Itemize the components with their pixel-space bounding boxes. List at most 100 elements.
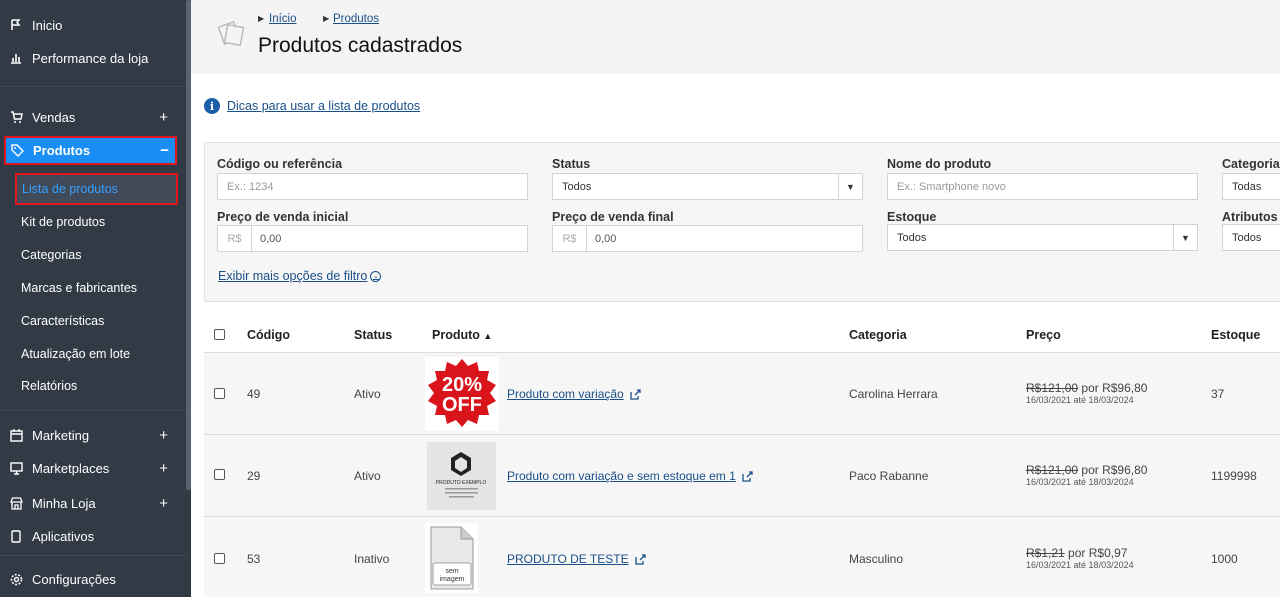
price-end-value: 0,00 xyxy=(595,232,617,245)
col-header-status[interactable]: Status xyxy=(354,328,392,342)
thumbnail-text-line: 20% xyxy=(442,374,482,396)
status-select[interactable]: Todos ▼ xyxy=(552,173,863,200)
external-link-icon xyxy=(630,388,641,400)
price-start-label: Preço de venda inicial xyxy=(217,210,349,224)
col-header-code[interactable]: Código xyxy=(247,328,290,342)
sidebar-divider xyxy=(0,410,186,411)
more-filters-label: Exibir mais opções de filtro xyxy=(218,269,368,283)
select-all-checkbox[interactable] xyxy=(214,329,225,340)
sidebar-subitem-marcas[interactable]: Marcas e fabricantes xyxy=(21,281,137,295)
product-thumbnail[interactable]: PRODUTO EXEMPLO xyxy=(427,442,496,510)
product-link[interactable]: Produto com variação xyxy=(507,387,641,401)
row-status: Ativo xyxy=(354,387,381,401)
sidebar-subitem-kit[interactable]: Kit de produtos xyxy=(21,215,105,229)
expand-icon[interactable]: + xyxy=(159,460,168,477)
row-checkbox[interactable] xyxy=(214,388,225,399)
old-price: R$121,00 xyxy=(1026,463,1079,477)
external-link-icon xyxy=(742,470,753,482)
old-price: R$1,21 xyxy=(1026,546,1065,560)
price-dates: 16/03/2021 até 18/03/2024 xyxy=(1026,560,1134,570)
page-title: Produtos cadastrados xyxy=(258,34,463,57)
flag-icon xyxy=(9,18,23,32)
thumbnail-text-line: OFF xyxy=(442,394,482,416)
name-input[interactable]: Ex.: Smartphone novo xyxy=(887,173,1198,200)
sidebar-item-minha-loja[interactable]: Minha Loja + xyxy=(0,488,186,518)
row-stock: 1199998 xyxy=(1211,469,1257,483)
thumbnail-text-line: imagem xyxy=(440,576,465,583)
breadcrumb-inicio[interactable]: Início xyxy=(269,13,297,25)
category-value: Todas xyxy=(1232,180,1262,193)
sidebar-item-performance[interactable]: Performance da loja xyxy=(0,43,186,73)
price-start-input[interactable]: R$ 0,00 xyxy=(217,225,528,252)
external-link-icon xyxy=(634,553,646,565)
row-checkbox[interactable] xyxy=(214,469,225,480)
stock-select[interactable]: Todos ▼ xyxy=(887,224,1198,251)
expand-icon[interactable]: + xyxy=(159,495,168,512)
more-filters-link[interactable]: Exibir mais opções de filtro ⌄ xyxy=(218,269,382,283)
attributes-select[interactable]: Todos xyxy=(1222,224,1280,251)
filter-panel: Código ou referência Ex.: 1234 Status To… xyxy=(204,142,1280,302)
monitor-icon xyxy=(9,461,23,475)
sidebar-item-inicio[interactable]: Inicio xyxy=(0,10,186,40)
sidebar-item-produtos[interactable]: Produtos − xyxy=(4,136,177,165)
sort-asc-icon: ▲ xyxy=(483,331,493,341)
sidebar-subitem-categorias[interactable]: Categorias xyxy=(21,248,81,262)
col-header-price[interactable]: Preço xyxy=(1026,328,1061,342)
expand-icon[interactable]: + xyxy=(159,109,168,126)
tips-link[interactable]: Dicas para usar a lista de produtos xyxy=(227,99,420,113)
row-category: Masculino xyxy=(849,552,904,566)
code-input[interactable]: Ex.: 1234 xyxy=(217,173,528,200)
sidebar-item-label: Aplicativos xyxy=(32,528,95,544)
row-stock: 1000 xyxy=(1211,552,1238,566)
thumbnail-text: 20% OFF xyxy=(442,374,482,416)
product-link[interactable]: Produto com variação e sem estoque em 1 xyxy=(507,469,753,483)
category-select[interactable]: Todas xyxy=(1222,173,1280,200)
sidebar-item-aplicativos[interactable]: Aplicativos xyxy=(0,521,186,551)
sidebar-subitem-caracteristicas[interactable]: Características xyxy=(21,314,104,328)
row-category: Carolina Herrara xyxy=(849,387,938,401)
sidebar: Inicio Performance da loja Vendas + Prod… xyxy=(0,0,191,597)
page-header: ▶ Início ▶ Produtos Produtos cadastrados xyxy=(191,0,1280,74)
sidebar-item-configuracoes[interactable]: Configurações xyxy=(0,564,186,594)
stock-label: Estoque xyxy=(887,210,937,224)
collapse-icon[interactable]: − xyxy=(160,142,169,159)
col-header-category[interactable]: Categoria xyxy=(849,328,907,342)
bar-chart-icon xyxy=(9,51,23,65)
col-header-product[interactable]: Produto ▲ xyxy=(432,328,492,342)
info-icon: i xyxy=(204,98,220,114)
breadcrumb-produtos[interactable]: Produtos xyxy=(333,13,379,25)
row-status: Inativo xyxy=(354,552,390,566)
phone-icon xyxy=(9,529,23,543)
price-end-input[interactable]: R$ 0,00 xyxy=(552,225,863,252)
category-label: Categoria xyxy=(1222,157,1280,171)
sidebar-subitem-relatorios[interactable]: Relatórios xyxy=(21,379,77,393)
row-price: R$121,00 por R$96,80 xyxy=(1026,463,1147,477)
product-thumbnail[interactable]: sem imagem xyxy=(425,523,478,593)
sidebar-item-label: Minha Loja xyxy=(32,495,96,511)
sidebar-subitem-lista-de-produtos[interactable]: Lista de produtos xyxy=(15,173,178,205)
row-code: 29 xyxy=(247,469,261,483)
attributes-value: Todos xyxy=(1232,231,1262,244)
sale-price: por R$0,97 xyxy=(1068,546,1128,560)
currency-prefix: R$ xyxy=(553,226,587,251)
price-end-label: Preço de venda final xyxy=(552,210,674,224)
row-checkbox[interactable] xyxy=(214,553,225,564)
sidebar-item-label: Vendas xyxy=(32,109,76,125)
store-icon xyxy=(9,496,23,510)
sidebar-divider xyxy=(0,86,186,87)
product-thumbnail[interactable]: 20% OFF xyxy=(425,357,499,431)
sidebar-item-marketplaces[interactable]: Marketplaces + xyxy=(0,453,186,483)
status-label: Status xyxy=(552,157,591,171)
col-header-stock[interactable]: Estoque xyxy=(1211,328,1260,342)
sidebar-subitem-atualizacao[interactable]: Atualização em lote xyxy=(21,347,130,361)
attributes-label: Atributos xyxy=(1222,210,1278,224)
sidebar-item-label: Configurações xyxy=(32,571,116,587)
expand-icon[interactable]: + xyxy=(159,427,168,444)
tips-row: i Dicas para usar a lista de produtos xyxy=(204,98,420,114)
sale-price: por R$96,80 xyxy=(1081,381,1148,395)
product-link[interactable]: PRODUTO DE TESTE xyxy=(507,552,646,566)
sidebar-item-marketing[interactable]: Marketing + xyxy=(0,420,186,450)
sidebar-item-vendas[interactable]: Vendas + xyxy=(0,102,186,132)
price-dates: 16/03/2021 até 18/03/2024 xyxy=(1026,477,1134,487)
chevron-down-icon: ▼ xyxy=(1173,225,1197,250)
